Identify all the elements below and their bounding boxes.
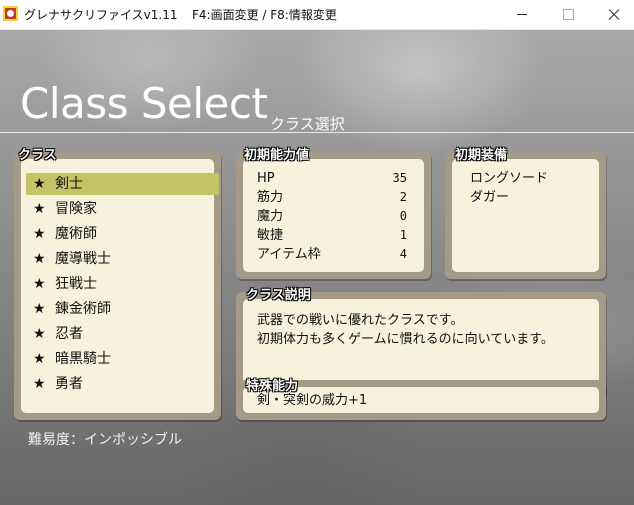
class-item[interactable]: ★ 狂戦士 (26, 273, 219, 295)
stat-row: HP 35 (257, 171, 407, 186)
description-line: 初期体力も多くゲームに慣れるのに向いています。 (257, 332, 554, 347)
class-item[interactable]: ★ 忍者 (26, 323, 219, 345)
special-ability-label: 特殊能力 (246, 379, 299, 394)
class-item[interactable]: ★ 錬金術師 (26, 298, 219, 320)
description-label: クラス説明 (246, 288, 311, 303)
difficulty-text: 難易度：インポッシブル (28, 432, 182, 448)
equipment-body: ロングソード ダガー (452, 159, 599, 272)
class-item[interactable]: ★ 冒険家 (26, 198, 219, 220)
stats-label: 初期能力値 (244, 148, 310, 163)
description-line: 武器での戦いに優れたクラスです。 (257, 313, 464, 328)
class-item[interactable]: ★ 魔術師 (26, 223, 219, 245)
stat-row: 筋力 2 (257, 190, 407, 205)
game-screen: Class Select クラス選択 ★ 剣士 ★ 冒険家 ★ 魔術師 ★ 魔導戦士 ★… (0, 30, 634, 505)
equipment-label: 初期装備 (455, 148, 508, 163)
class-item[interactable]: ★ 魔導戦士 (26, 248, 219, 270)
screen-title: Class Select (20, 79, 268, 128)
window-titlebar: グレナサクリファイスv1.11 F4:画面変更 / F8:情報変更 (0, 0, 634, 30)
screen-subtitle: クラス選択 (270, 115, 345, 133)
stats-panel: HP 35 筋力 2 魔力 0 敏捷 1 アイテム枠 4 (236, 152, 431, 279)
stat-row: アイテム枠 4 (257, 247, 407, 262)
class-list-label: クラス (18, 148, 57, 163)
equipment-panel: ロングソード ダガー (445, 152, 606, 279)
special-ability-text: 剣・突剣の威力+1 (257, 393, 368, 408)
title-divider (0, 132, 634, 133)
class-item[interactable]: ★ 暗黒騎士 (26, 348, 219, 370)
window-title: グレナサクリファイスv1.11 (24, 8, 178, 22)
app-icon (3, 6, 18, 21)
class-item-selected[interactable]: ★ 剣士 (26, 173, 219, 195)
class-item[interactable]: ★ 勇者 (26, 373, 219, 395)
stat-row: 魔力 0 (257, 209, 407, 224)
class-list-body: ★ 剣士 ★ 冒険家 ★ 魔術師 ★ 魔導戦士 ★ 狂戦士 ★ 錬金術師 ★ 忍者 ★ 暗黒騎士… (21, 159, 219, 413)
equipment-item: ロングソード (470, 171, 549, 186)
key-hint: F4:画面変更 / F8:情報変更 (192, 8, 337, 22)
equipment-item: ダガー (470, 190, 510, 205)
class-list-panel: ★ 剣士 ★ 冒険家 ★ 魔術師 ★ 魔導戦士 ★ 狂戦士 ★ 錬金術師 ★ 忍者 ★ 暗黒騎士… (14, 152, 221, 420)
stats-body: HP 35 筋力 2 魔力 0 敏捷 1 アイテム枠 4 (243, 159, 424, 272)
close-button[interactable] (591, 0, 634, 29)
minimize-button[interactable] (499, 0, 545, 29)
maximize-button[interactable] (545, 0, 591, 29)
stat-row: 敏捷 1 (257, 228, 407, 243)
